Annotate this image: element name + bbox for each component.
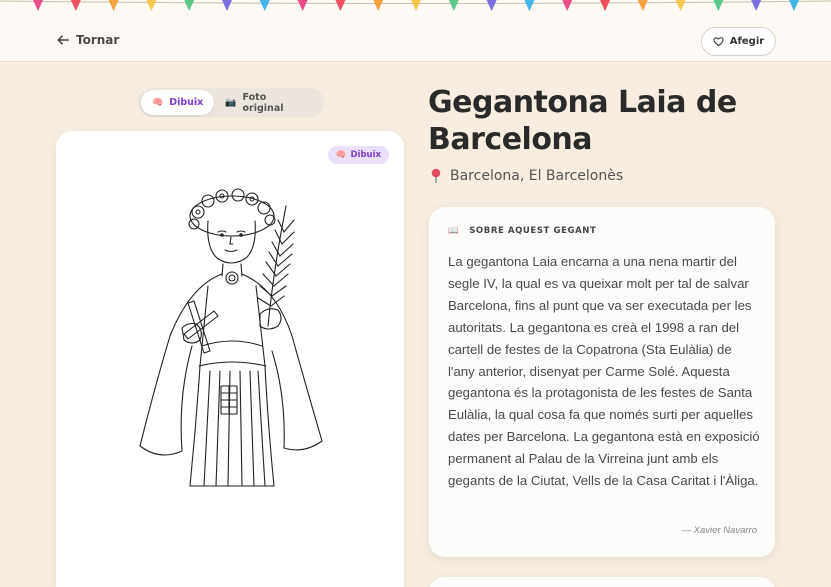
location: Barcelona, El Barcelonès [430,168,623,184]
pennant [297,0,308,11]
pennant [751,0,762,11]
pennant [184,0,195,11]
map-pin-icon [431,168,441,183]
drawing-badge: 🧠 Dibuix [327,146,389,164]
author-credit: — Xavier Navarro [681,525,758,536]
pennant [108,0,119,11]
pennant [562,0,573,11]
pennant [33,0,43,11]
toggle-drawing-label: Dibuix [169,97,204,108]
book-icon: 📖 [448,226,460,236]
giant-drawing [139,188,323,487]
pennant [713,0,724,11]
page-title: Gegantona Laia de Barcelona [428,85,737,157]
arrow-left-icon [57,35,70,45]
pennant [259,0,270,11]
pennant [600,0,610,11]
about-heading-label: SOBRE AQUEST GEGANT [469,226,597,236]
view-toggle: 🧠 Dibuix 📷 Foto original [138,88,324,117]
drawing-card: 🧠 Dibuix [56,131,404,587]
cross-object [181,300,219,354]
pennant [222,0,232,11]
pennant [146,0,157,11]
palm-frond [257,205,295,330]
pennant [335,0,346,11]
about-heading: 📖 SOBRE AQUEST GEGANT [448,226,596,236]
back-button[interactable]: Tornar [56,33,119,47]
add-favorite-button[interactable]: Afegir [701,27,776,56]
location-label: Barcelona, El Barcelonès [450,168,624,184]
pennant [486,0,497,11]
cape [139,271,323,456]
brain-icon: 🧠 [152,97,164,108]
next-section-card [429,577,775,587]
toggle-original-photo[interactable]: 📷 Foto original [214,90,321,115]
giant-face [207,220,256,277]
pennant [411,0,421,11]
flower-crown [188,188,276,237]
drawing-badge-label: Dibuix [350,150,381,160]
dress [189,285,275,487]
pennant [70,0,81,11]
pennant [524,0,535,11]
about-text: La gegantona Laia encarna a una nena mar… [448,254,760,489]
heart-icon [713,37,724,47]
pennant [675,0,686,11]
add-label: Afegir [729,36,765,47]
bunting-decoration [0,0,831,11]
about-card: 📖 SOBRE AQUEST GEGANT La gegantona Laia … [429,207,775,557]
camera-icon: 📷 [225,97,237,108]
pennant [789,0,799,11]
pennant [373,0,384,11]
toggle-drawing[interactable]: 🧠 Dibuix [141,90,215,115]
pennant [448,0,459,11]
brain-icon: 🧠 [335,150,347,160]
pennant [637,0,648,11]
toggle-photo-label: Foto original [242,91,284,114]
back-label: Tornar [76,33,120,47]
